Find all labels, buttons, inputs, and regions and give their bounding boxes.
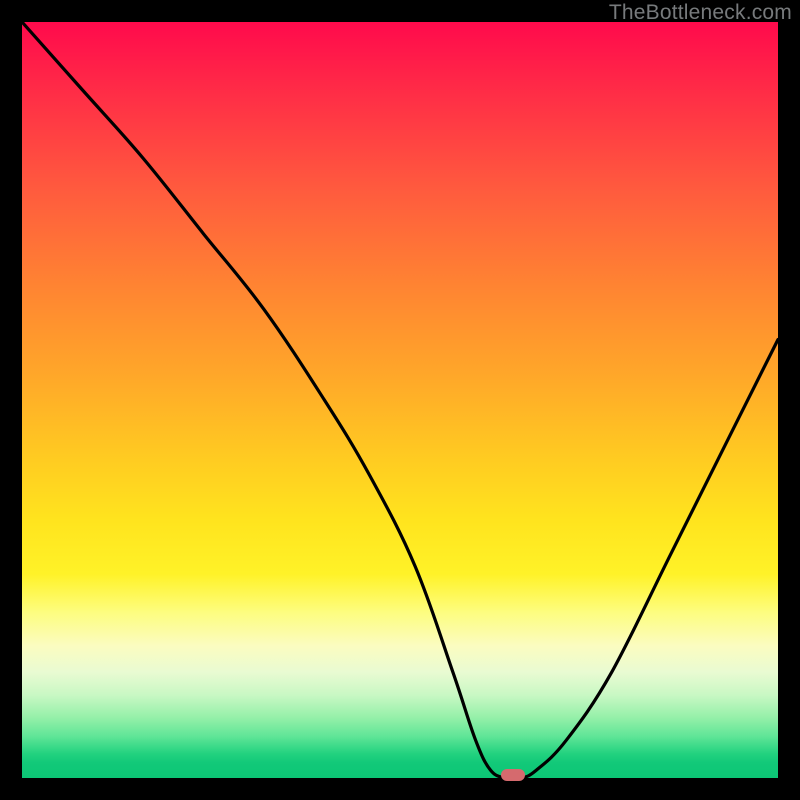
bottleneck-curve bbox=[22, 22, 778, 778]
chart-frame: TheBottleneck.com bbox=[0, 0, 800, 800]
curve-path bbox=[22, 22, 778, 778]
chart-plot-area bbox=[22, 22, 778, 778]
optimal-point-marker bbox=[501, 769, 525, 781]
